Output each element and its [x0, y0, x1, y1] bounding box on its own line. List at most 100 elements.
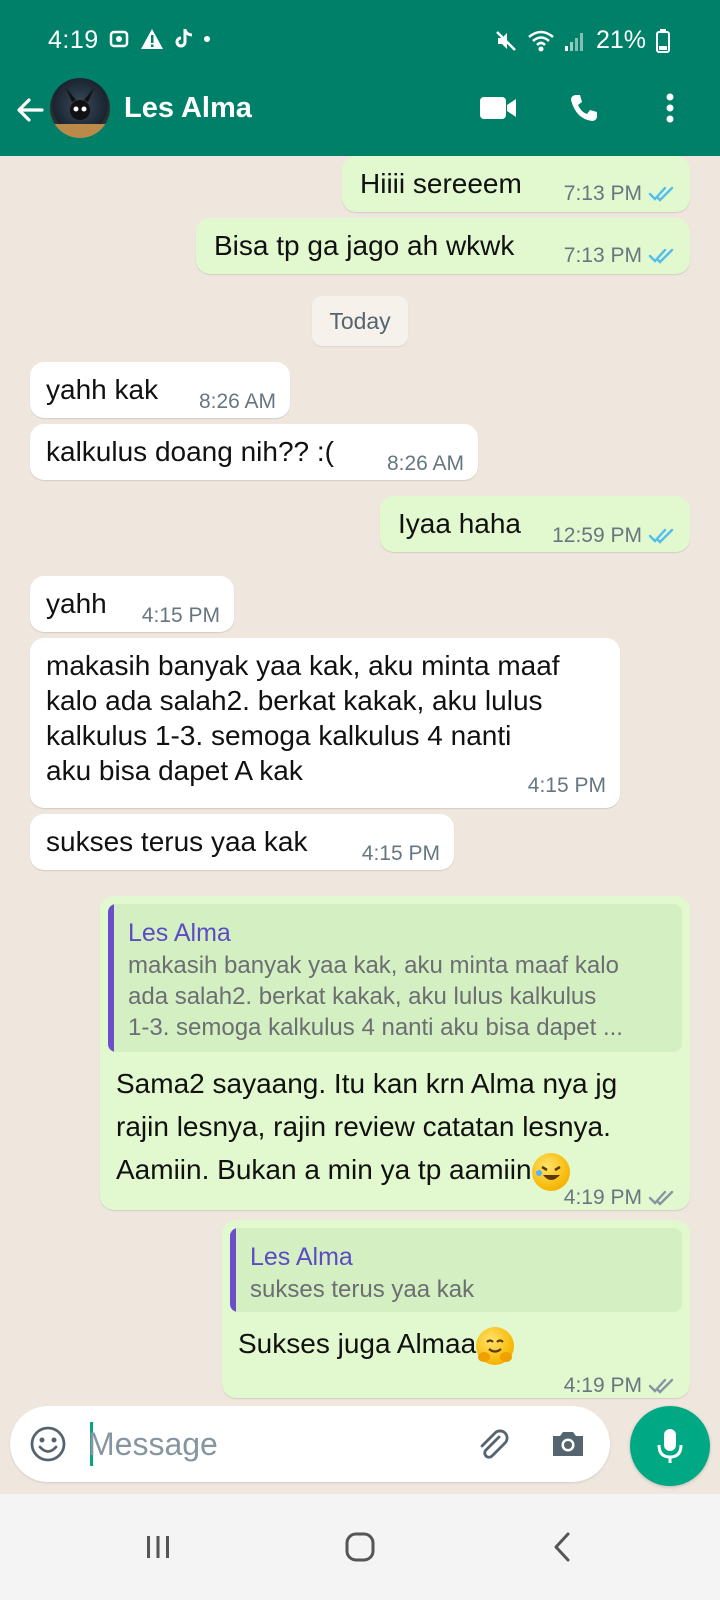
hugging-face-emoji [476, 1326, 515, 1365]
message-text: Hiiii sereeem [360, 168, 522, 199]
message-bubble-outgoing[interactable]: Les Alma makasih banyak yaa kak, aku min… [100, 896, 690, 1210]
attach-button[interactable] [470, 1422, 514, 1466]
more-options-button[interactable] [650, 88, 690, 128]
status-bar: 4:19 21% [0, 0, 720, 80]
message-text: kalkulus doang nih?? :( [46, 436, 334, 467]
signal-icon [564, 32, 583, 51]
quoted-sender: Les Alma [128, 919, 231, 947]
message-bubble-incoming[interactable]: yahh 4:15 PM [30, 576, 234, 632]
message-time: 12:59 PM [552, 524, 642, 547]
message-text: Bisa tp ga jago ah wkwk [214, 230, 515, 261]
message-text: Sama2 sayaang. Itu kan krn Alma nya jg r… [116, 1062, 682, 1191]
read-ticks-icon [648, 528, 674, 544]
message-meta: 4:19 PM [564, 1368, 676, 1403]
mute-icon [496, 30, 516, 51]
app-bar: Les Alma [0, 78, 720, 156]
nav-home-icon [345, 1532, 375, 1562]
nav-recents-icon [147, 1536, 169, 1558]
quoted-text: makasih banyak yaa kak, aku minta maaf k… [128, 950, 676, 1043]
composer-bar [10, 1406, 610, 1482]
warning-icon [141, 29, 163, 49]
avatar[interactable] [50, 78, 110, 138]
video-call-button[interactable] [478, 88, 518, 128]
message-bubble-incoming[interactable]: kalkulus doang nih?? :( 8:26 AM [30, 424, 478, 480]
message-meta: 4:19 PM [564, 1180, 676, 1215]
system-navigation-bar [0, 1494, 720, 1600]
message-line: Sama2 sayaang. Itu kan krn Alma nya jg [116, 1068, 618, 1099]
mic-icon [657, 1429, 683, 1463]
message-text: Iyaa haha [398, 508, 521, 539]
message-line: kalo ada salah2. berkat kakak, aku lulus [46, 685, 543, 716]
message-meta: 4:15 PM [362, 836, 440, 871]
status-time: 4:19 [48, 26, 99, 54]
quoted-message[interactable]: Les Alma sukses terus yaa kak [230, 1228, 682, 1312]
message-bubble-incoming[interactable]: yahh kak 8:26 AM [30, 362, 290, 418]
nav-back-button[interactable] [532, 1520, 592, 1574]
quoted-line: sukses terus yaa kak [250, 1276, 475, 1303]
read-ticks-icon [648, 248, 674, 264]
message-text: Sukses juga Almaa [238, 1328, 477, 1359]
video-call-icon [480, 97, 516, 119]
quoted-message[interactable]: Les Alma makasih banyak yaa kak, aku min… [108, 904, 682, 1052]
wifi-icon [528, 30, 554, 51]
nav-home-button[interactable] [330, 1520, 390, 1574]
message-input[interactable] [88, 1416, 468, 1472]
back-button[interactable] [10, 90, 50, 130]
attach-icon [480, 1429, 509, 1459]
app-bar-actions [478, 88, 690, 128]
emoji-icon [30, 1426, 66, 1462]
quote-accent-bar [230, 1228, 236, 1312]
message-meta: 4:15 PM [142, 598, 220, 633]
status-system-icons: 21% [494, 26, 670, 55]
message-line: Aamiin. Bukan a min ya tp aamiin [116, 1154, 532, 1185]
message-line: rajin lesnya, rajin review catatan lesny… [116, 1111, 611, 1142]
chat-header: 4:19 21% Les Alma [0, 0, 720, 156]
message-bubble-outgoing[interactable]: Les Alma sukses terus yaa kak Sukses jug… [222, 1220, 690, 1398]
more-notifications-dot [204, 36, 210, 42]
message-time: 7:13 PM [563, 244, 642, 267]
message-bubble-incoming[interactable]: makasih banyak yaa kak, aku minta maaf k… [30, 638, 620, 808]
message-text-with-emoji: Sukses juga Almaa [238, 1326, 515, 1365]
more-vert-icon [666, 93, 674, 123]
message-time: 4:19 PM [563, 1374, 642, 1397]
message-bubble-incoming[interactable]: sukses terus yaa kak 4:15 PM [30, 814, 454, 870]
read-ticks-icon [648, 186, 674, 202]
back-arrow-icon [17, 98, 44, 122]
tiktok-icon [175, 29, 193, 48]
voice-message-button[interactable] [630, 1406, 710, 1486]
app-notification-icon [109, 30, 129, 48]
delivered-ticks-icon [648, 1190, 674, 1206]
message-bubble-outgoing[interactable]: Bisa tp ga jago ah wkwk 7:13 PM [196, 218, 690, 274]
message-time: 4:15 PM [141, 604, 220, 627]
message-line: kalkulus 1-3. semoga kalkulus 4 nanti [46, 720, 512, 751]
delivered-ticks-icon [648, 1378, 674, 1394]
message-bubble-outgoing[interactable]: Iyaa haha 12:59 PM [380, 496, 690, 552]
battery-icon [656, 28, 670, 53]
message-time: 4:19 PM [563, 1186, 642, 1209]
emoji-button[interactable] [28, 1424, 68, 1464]
message-bubble-outgoing[interactable]: Hiiii sereeem 7:13 PM [342, 156, 690, 212]
message-time: 8:26 AM [198, 390, 276, 413]
camera-button[interactable] [546, 1422, 590, 1466]
quote-accent-bar [108, 904, 114, 1052]
message-list[interactable]: Hiiii sereeem 7:13 PM Bisa tp ga jago ah… [0, 156, 720, 1406]
message-time: 4:15 PM [527, 774, 606, 797]
avatar-image [50, 88, 110, 138]
message-line: makasih banyak yaa kak, aku minta maaf [46, 650, 560, 681]
message-time: 7:13 PM [563, 182, 642, 205]
message-meta: 12:59 PM [552, 518, 676, 553]
message-text: yahh kak [46, 374, 159, 405]
date-separator: Today [312, 296, 408, 346]
status-notification-icons [108, 28, 210, 50]
message-text: makasih banyak yaa kak, aku minta maaf k… [46, 648, 612, 788]
message-text: sukses terus yaa kak [46, 826, 308, 857]
nav-recents-button[interactable] [128, 1520, 188, 1574]
message-meta: 8:26 AM [199, 384, 276, 419]
nav-back-icon [554, 1532, 570, 1562]
voice-call-button[interactable] [564, 88, 604, 128]
message-meta: 7:13 PM [564, 176, 676, 211]
battery-percent: 21% [595, 26, 646, 54]
quoted-line: ada salah2. berkat kakak, aku lulus kalk… [128, 983, 597, 1010]
contact-name[interactable]: Les Alma [124, 92, 252, 125]
quoted-sender: Les Alma [250, 1243, 353, 1271]
